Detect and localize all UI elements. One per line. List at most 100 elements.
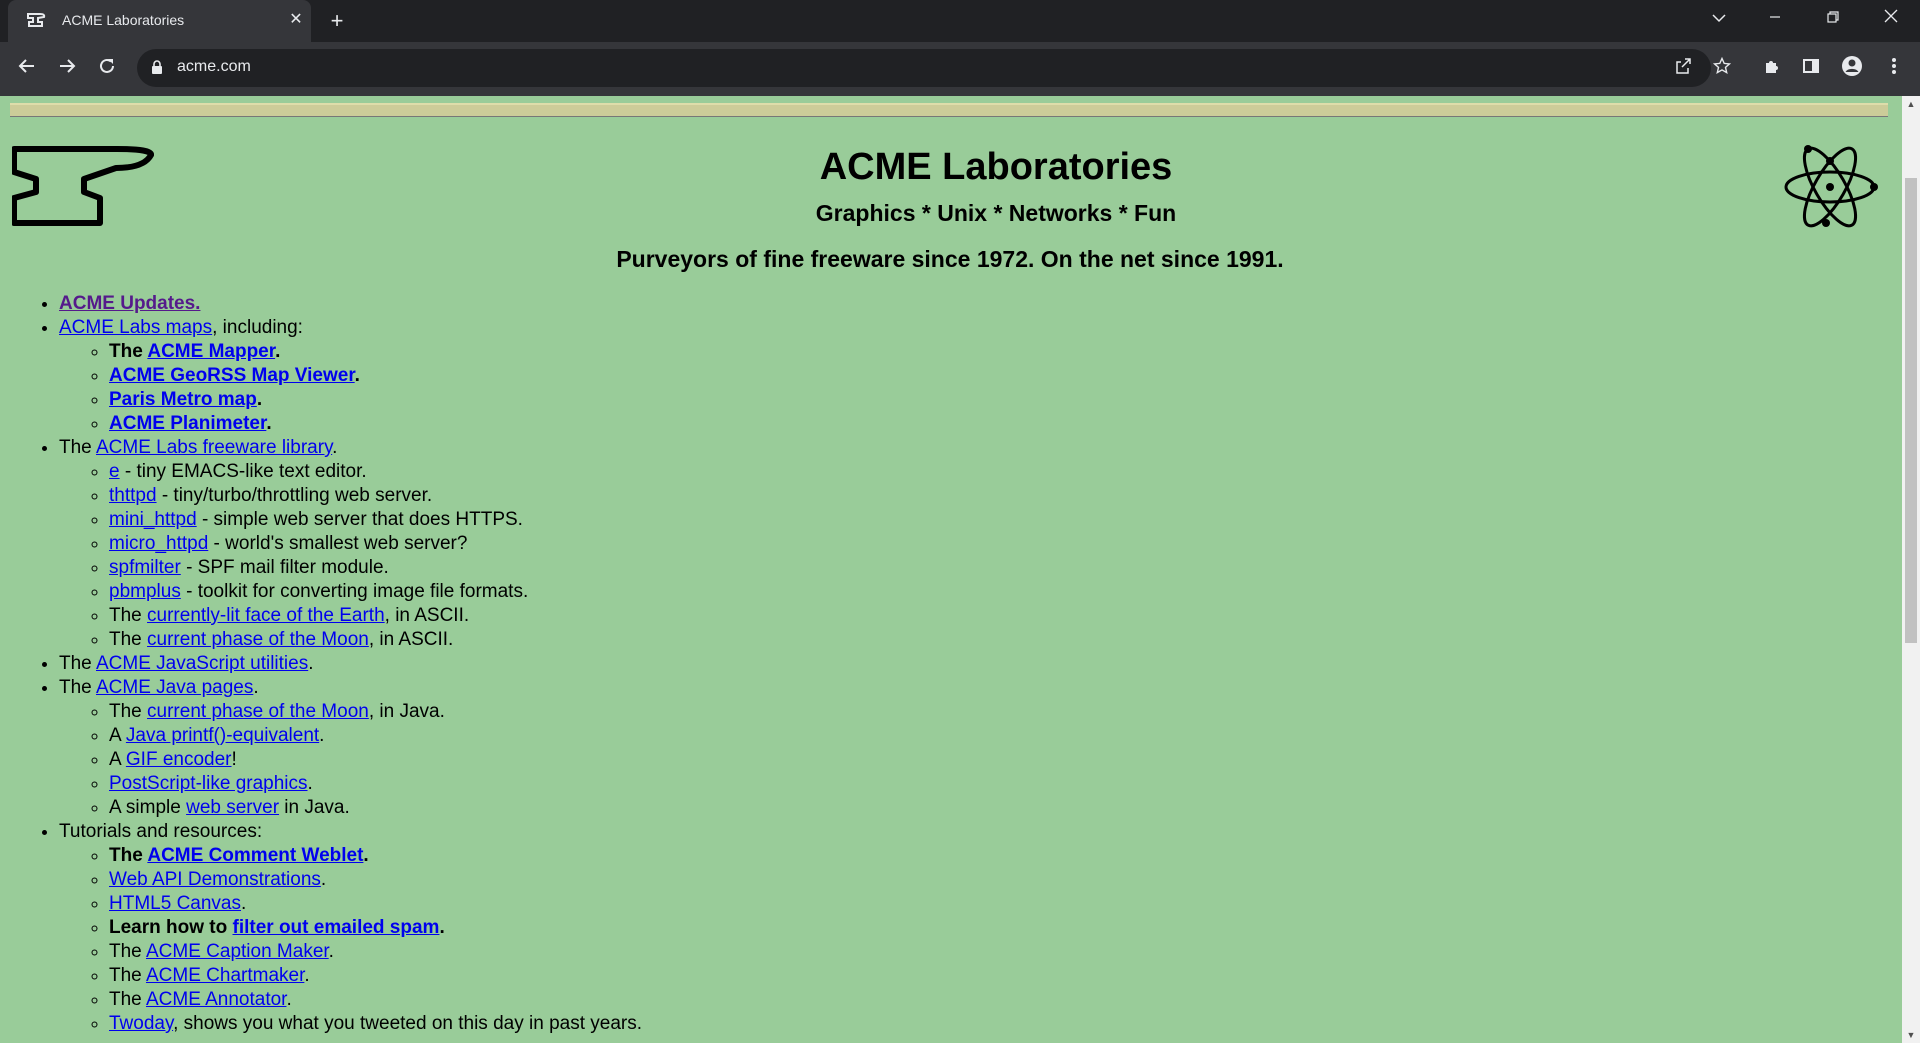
annotator-link[interactable]: ACME Annotator [146,989,286,1010]
tab-close-icon[interactable]: ✕ [285,9,307,31]
java-pages-link[interactable]: ACME Java pages [96,677,253,698]
star-icon[interactable] [1711,56,1733,79]
freeware-link[interactable]: e [109,461,120,482]
list-item: HTML5 Canvas. [109,892,1880,916]
list-item: Paris Metro map. [109,388,1880,412]
java-link[interactable]: Java printf()-equivalent [126,725,319,746]
java-link[interactable]: PostScript-like graphics [109,773,308,794]
close-icon[interactable] [1868,0,1914,40]
freeware-link[interactable]: currently-lit face of the Earth [147,605,385,626]
tab-search-icon[interactable] [1696,0,1742,40]
freeware-link[interactable]: thttpd [109,485,157,506]
tab-title: ACME Laboratories [62,12,185,28]
vertical-scrollbar[interactable]: ▲ ▼ [1902,96,1920,1043]
browser-toolbar: acme.com [0,42,1920,96]
list-item: pbmplus - toolkit for converting image f… [109,580,1880,604]
extensions-icon[interactable] [1758,55,1786,83]
scroll-down-icon[interactable]: ▼ [1902,1027,1920,1043]
freeware-link[interactable]: micro_httpd [109,533,208,554]
tagline: Purveyors of fine freeware since 1972. O… [616,246,1284,272]
list-item: The ACME Caption Maker. [109,940,1880,964]
list-item: The current phase of the Moon, in Java. [109,700,1880,724]
list-item: The ACME Comment Weblet. [109,844,1880,868]
chartmaker-link[interactable]: ACME Chartmaker [146,965,304,986]
list-item: Learn how to filter out emailed spam. [109,916,1880,940]
freeware-sublist: e - tiny EMACS-like text editor. thttpd … [59,460,1880,652]
updates-link[interactable]: ACME Updates. [59,293,200,314]
comment-weblet-link[interactable]: ACME Comment Weblet [147,845,363,866]
freeware-link[interactable]: spfmilter [109,557,181,578]
browser-tab[interactable]: ACME Laboratories ✕ [8,0,311,42]
georss-link[interactable]: ACME GeoRSS Map Viewer [109,365,355,386]
list-item: The ACME Annotator. [109,988,1880,1012]
anvil-favicon-icon [27,13,46,27]
scroll-thumb[interactable] [1905,178,1917,643]
list-item: PostScript-like graphics. [109,772,1880,796]
restore-icon[interactable] [1810,0,1856,40]
list-item: ACME Updates. [59,292,1880,316]
tutorials-sublist: The ACME Comment Weblet. Web API Demonst… [59,844,1880,1036]
lock-icon[interactable] [151,60,163,75]
planimeter-link[interactable]: ACME Planimeter [109,413,266,434]
menu-icon[interactable] [1880,55,1908,83]
maps-link[interactable]: ACME Labs maps [59,317,212,338]
list-item: The ACME JavaScript utilities. [59,652,1880,676]
share-icon[interactable] [1672,57,1694,79]
list-item: ACME GeoRSS Map Viewer. [109,364,1880,388]
list-item: A GIF encoder! [109,748,1880,772]
scroll-up-icon[interactable]: ▲ [1902,96,1920,112]
minimize-icon[interactable] [1752,0,1798,40]
maps-sublist: The ACME Mapper. ACME GeoRSS Map Viewer.… [59,340,1880,436]
page-viewport: ACME Laboratories Graphics * Unix * Netw… [0,96,1902,1043]
freeware-link[interactable]: current phase of the Moon [147,629,369,650]
javascript-utilities-link[interactable]: ACME JavaScript utilities [96,653,308,674]
profile-icon[interactable] [1838,55,1866,83]
java-link[interactable]: current phase of the Moon [147,701,369,722]
list-item: mini_httpd - simple web server that does… [109,508,1880,532]
new-tab-button[interactable]: + [324,9,350,35]
list-item: The ACME Labs freeware library. e - tiny… [59,436,1880,652]
mapper-link[interactable]: ACME Mapper [147,341,275,362]
list-item: Twoday, shows you what you tweeted on th… [109,1012,1880,1036]
java-link[interactable]: web server [186,797,279,818]
list-item: micro_httpd - world's smallest web serve… [109,532,1880,556]
browser-titlebar: ACME Laboratories ✕ + [0,0,1920,42]
list-item: ACME Labs maps, including: The ACME Mapp… [59,316,1880,436]
site-index-list: ACME Updates. ACME Labs maps, including:… [0,292,1880,1036]
list-item: The currently-lit face of the Earth, in … [109,604,1880,628]
list-item: thttpd - tiny/turbo/throttling web serve… [109,484,1880,508]
freeware-link[interactable]: mini_httpd [109,509,197,530]
list-item: e - tiny EMACS-like text editor. [109,460,1880,484]
java-link[interactable]: GIF encoder [126,749,232,770]
forward-icon[interactable] [53,55,81,83]
paris-metro-link[interactable]: Paris Metro map [109,389,257,410]
atom-logo-icon [1784,145,1878,228]
html5-canvas-link[interactable]: HTML5 Canvas [109,893,241,914]
list-item: The ACME Java pages. The current phase o… [59,676,1880,820]
top-divider-bar [10,103,1888,117]
url-text[interactable]: acme.com [177,58,251,76]
list-item: The current phase of the Moon, in ASCII. [109,628,1880,652]
list-item: A simple web server in Java. [109,796,1880,820]
list-item: Tutorials and resources: The ACME Commen… [59,820,1880,1036]
page-title: ACME Laboratories [819,146,1173,188]
back-icon[interactable] [13,55,41,83]
list-item: The ACME Chartmaker. [109,964,1880,988]
list-item: Web API Demonstrations. [109,868,1880,892]
list-item: spfmilter - SPF mail filter module. [109,556,1880,580]
list-item: A Java printf()-equivalent. [109,724,1880,748]
twoday-link[interactable]: Twoday [109,1013,173,1034]
web-api-link[interactable]: Web API Demonstrations [109,869,321,890]
main-content: ACME Updates. ACME Labs maps, including:… [0,292,1880,1036]
side-panel-icon[interactable] [1797,55,1825,83]
list-item: ACME Planimeter. [109,412,1880,436]
java-sublist: The current phase of the Moon, in Java. … [59,700,1880,820]
list-item: The ACME Mapper. [109,340,1880,364]
reload-icon[interactable] [93,55,121,83]
filter-spam-link[interactable]: filter out emailed spam [233,917,440,938]
address-bar[interactable]: acme.com [137,49,1732,87]
page-subtitle: Graphics * Unix * Networks * Fun [815,200,1177,226]
freeware-link[interactable]: pbmplus [109,581,181,602]
caption-maker-link[interactable]: ACME Caption Maker [146,941,329,962]
freeware-library-link[interactable]: ACME Labs freeware library [96,437,332,458]
